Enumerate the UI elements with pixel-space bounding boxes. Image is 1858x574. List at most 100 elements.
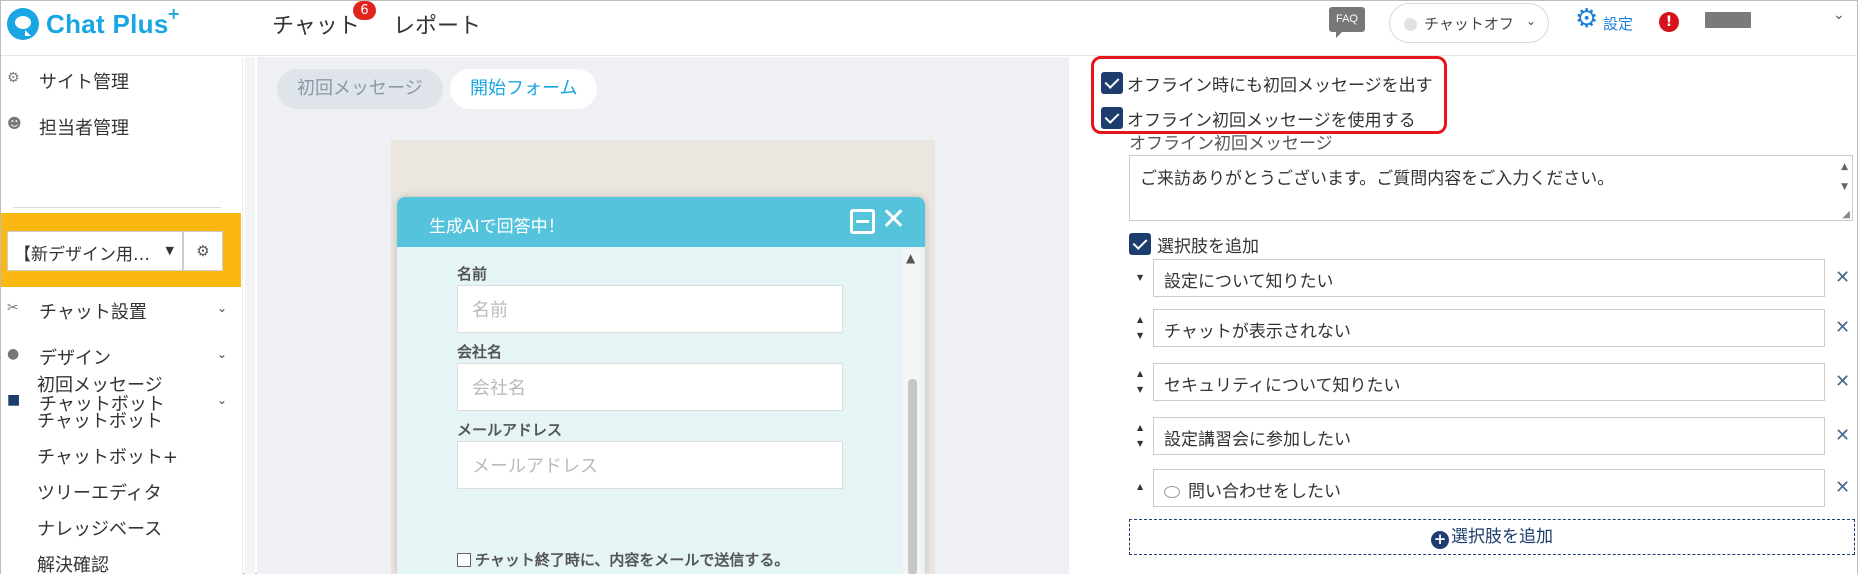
sidebar-item-site-management[interactable]: ⚙ サイト管理 bbox=[1, 61, 233, 99]
move-up-arrow-icon[interactable]: ▲ bbox=[1137, 369, 1143, 378]
sidebar-item-label: 担当者管理 bbox=[39, 118, 129, 139]
offline-first-message-label: オフライン時にも初回メッセージを出す bbox=[1127, 76, 1433, 96]
nav-report[interactable]: レポート bbox=[393, 8, 481, 40]
company-field[interactable]: 会社名 bbox=[457, 363, 843, 411]
tab-first-message[interactable]: 初回メッセージ bbox=[277, 69, 443, 109]
offline-message-textarea[interactable]: ご来訪ありがとうございます。ご質問内容をご入力ください。 ▲ ▼ ◢ bbox=[1129, 155, 1853, 221]
chat-status-select[interactable]: チャットオフ ⌄ bbox=[1389, 3, 1549, 43]
choice-text: 問い合わせをしたい bbox=[1188, 482, 1341, 502]
mail-transcript-checkbox[interactable] bbox=[457, 553, 471, 567]
sidebar-item-staff-management[interactable]: ☻ 担当者管理 bbox=[1, 107, 233, 145]
choice-input[interactable]: 問い合わせをしたい bbox=[1153, 469, 1825, 507]
remove-choice-close-icon[interactable]: ✕ bbox=[1835, 477, 1850, 498]
offline-message-text: ご来訪ありがとうございます。ご質問内容をご入力ください。 bbox=[1140, 169, 1615, 189]
mail-transcript-label: チャット終了時に、内容をメールで送信する。 bbox=[475, 551, 790, 569]
preview-panel: 初回メッセージ 開始フォーム 生成AIで回答中！ ✕ 名前 名前 会社名 会社名… bbox=[257, 57, 1069, 574]
nav-chat[interactable]: チャット bbox=[272, 8, 360, 40]
scroll-up-arrow-icon[interactable]: ▲ bbox=[1841, 162, 1848, 172]
sidebar-subitem-resolution-check[interactable]: 解決確認 bbox=[37, 551, 109, 574]
chat-window-preview: 生成AIで回答中！ ✕ 名前 名前 会社名 会社名 メールアドレス メールアドレ… bbox=[397, 197, 925, 574]
email-field[interactable]: メールアドレス bbox=[457, 441, 843, 489]
logo-text[interactable]: Chat Plus bbox=[46, 9, 169, 40]
chat-count-badge: 6 bbox=[353, 1, 376, 20]
sidebar-item-label: チャット設置 bbox=[39, 302, 147, 323]
scroll-down-arrow-icon[interactable]: ▼ bbox=[1841, 182, 1848, 192]
choice-input[interactable]: 設定講習会に参加したい bbox=[1153, 417, 1825, 455]
chat-icon: ■ bbox=[7, 392, 21, 408]
sidebar-item-design[interactable]: ● デザイン ⌄ bbox=[1, 337, 233, 375]
speech-bubble-icon bbox=[1164, 486, 1180, 498]
logo-plus: + bbox=[167, 4, 181, 23]
reorder-arrows[interactable]: ▲ ▼ bbox=[1135, 417, 1147, 455]
site-settings-gear-button[interactable]: ⚙ bbox=[183, 231, 223, 271]
scroll-thumb[interactable] bbox=[908, 379, 917, 574]
remove-choice-close-icon[interactable]: ✕ bbox=[1835, 267, 1850, 288]
sidebar-subitem-first-message[interactable]: 初回メッセージ bbox=[37, 371, 163, 397]
choice-input[interactable]: チャットが表示されない bbox=[1153, 309, 1825, 347]
chat-scrollbar[interactable]: ▲ bbox=[903, 249, 921, 574]
chevron-down-icon: ⌄ bbox=[217, 347, 228, 361]
chatplus-logo-icon[interactable] bbox=[7, 8, 39, 40]
field-label-company: 会社名 bbox=[457, 343, 503, 361]
add-choices-label: 選択肢を追加 bbox=[1157, 237, 1259, 257]
close-icon[interactable]: ✕ bbox=[881, 202, 906, 237]
resize-handle-icon[interactable]: ◢ bbox=[1842, 209, 1850, 220]
palette-icon: ● bbox=[7, 346, 20, 362]
plus-circle-icon: + bbox=[1431, 531, 1449, 549]
move-up-arrow-icon[interactable]: ▲ bbox=[1137, 315, 1143, 324]
sidebar-subitem-tree-editor[interactable]: ツリーエディタ bbox=[37, 479, 162, 505]
sidebar: ⚙ サイト管理 ☻ 担当者管理 【新デザイン用… ▼ ⚙ ✂ チャット設置 ⌄ … bbox=[1, 57, 243, 574]
site-select[interactable]: 【新デザイン用… ▼ bbox=[7, 231, 183, 271]
site-selector-panel: 【新デザイン用… ▼ ⚙ bbox=[1, 213, 241, 287]
sidebar-item-chat-install[interactable]: ✂ チャット設置 ⌄ bbox=[1, 291, 233, 329]
sidebar-scrollbar[interactable] bbox=[245, 57, 255, 574]
sidebar-subitem-knowledge-base[interactable]: ナレッジベース bbox=[37, 515, 162, 541]
chat-window-title: 生成AIで回答中！ bbox=[429, 217, 565, 237]
field-label-email: メールアドレス bbox=[457, 421, 563, 439]
move-down-arrow-icon[interactable]: ▼ bbox=[1137, 385, 1143, 394]
site-select-value: 【新デザイン用… bbox=[14, 245, 150, 265]
choice-input[interactable]: 設定について知りたい bbox=[1153, 259, 1825, 297]
minimize-icon[interactable] bbox=[850, 209, 875, 234]
chevron-down-icon: ⌄ bbox=[217, 301, 228, 315]
name-field[interactable]: 名前 bbox=[457, 285, 843, 333]
sidebar-item-label: デザイン bbox=[39, 348, 111, 369]
scroll-up-arrow-icon[interactable]: ▲ bbox=[906, 251, 915, 265]
faq-icon[interactable]: FAQ bbox=[1329, 7, 1365, 38]
add-choice-button[interactable]: + 選択肢を追加 bbox=[1129, 519, 1855, 555]
mail-transcript-checkbox-row[interactable]: チャット終了時に、内容をメールで送信する。 bbox=[457, 549, 789, 570]
user-name-redacted[interactable] bbox=[1705, 12, 1751, 28]
sidebar-subitem-chatbot-plus[interactable]: チャットボット+ bbox=[37, 443, 178, 469]
status-select-value: チャットオフ bbox=[1424, 15, 1514, 33]
offline-first-message-checkbox[interactable] bbox=[1101, 72, 1123, 94]
move-up-arrow-icon[interactable]: ▲ bbox=[1137, 482, 1143, 491]
use-offline-message-label: オフライン初回メッセージを使用する bbox=[1127, 111, 1416, 131]
offline-message-label: オフライン初回メッセージ bbox=[1129, 134, 1333, 154]
reorder-arrows[interactable]: ▲ ▼ bbox=[1135, 363, 1147, 401]
remove-choice-close-icon[interactable]: ✕ bbox=[1835, 425, 1850, 446]
alert-icon[interactable]: ! bbox=[1659, 12, 1679, 32]
choice-row: ▼ 設定について知りたい ✕ bbox=[1135, 259, 1855, 297]
move-down-arrow-icon[interactable]: ▼ bbox=[1137, 273, 1143, 282]
choice-input[interactable]: セキュリティについて知りたい bbox=[1153, 363, 1825, 401]
use-offline-message-checkbox[interactable] bbox=[1101, 107, 1123, 129]
sidebar-subitem-chatbot[interactable]: チャットボット bbox=[37, 407, 163, 433]
field-label-name: 名前 bbox=[457, 265, 488, 283]
move-down-arrow-icon[interactable]: ▼ bbox=[1137, 331, 1143, 340]
choice-row: ▲ 問い合わせをしたい ✕ bbox=[1135, 469, 1855, 507]
reorder-arrows[interactable]: ▲ ▼ bbox=[1135, 309, 1147, 347]
tab-start-form[interactable]: 開始フォーム bbox=[450, 69, 598, 109]
user-menu-chevron-icon[interactable]: ⌄ bbox=[1833, 7, 1845, 23]
add-choices-checkbox[interactable] bbox=[1129, 233, 1151, 255]
chevron-down-icon: ⌄ bbox=[217, 393, 228, 407]
choice-row: ▲ ▼ チャットが表示されない ✕ bbox=[1135, 309, 1855, 347]
tools-icon: ✂ bbox=[7, 300, 19, 316]
users-icon: ☻ bbox=[7, 116, 22, 132]
gear-icon: ⚙ bbox=[1575, 4, 1599, 34]
remove-choice-close-icon[interactable]: ✕ bbox=[1835, 371, 1850, 392]
reorder-arrows[interactable]: ▼ bbox=[1135, 259, 1147, 297]
move-up-arrow-icon[interactable]: ▲ bbox=[1137, 423, 1143, 432]
reorder-arrows[interactable]: ▲ bbox=[1135, 469, 1147, 507]
move-down-arrow-icon[interactable]: ▼ bbox=[1137, 439, 1143, 448]
remove-choice-close-icon[interactable]: ✕ bbox=[1835, 317, 1850, 338]
